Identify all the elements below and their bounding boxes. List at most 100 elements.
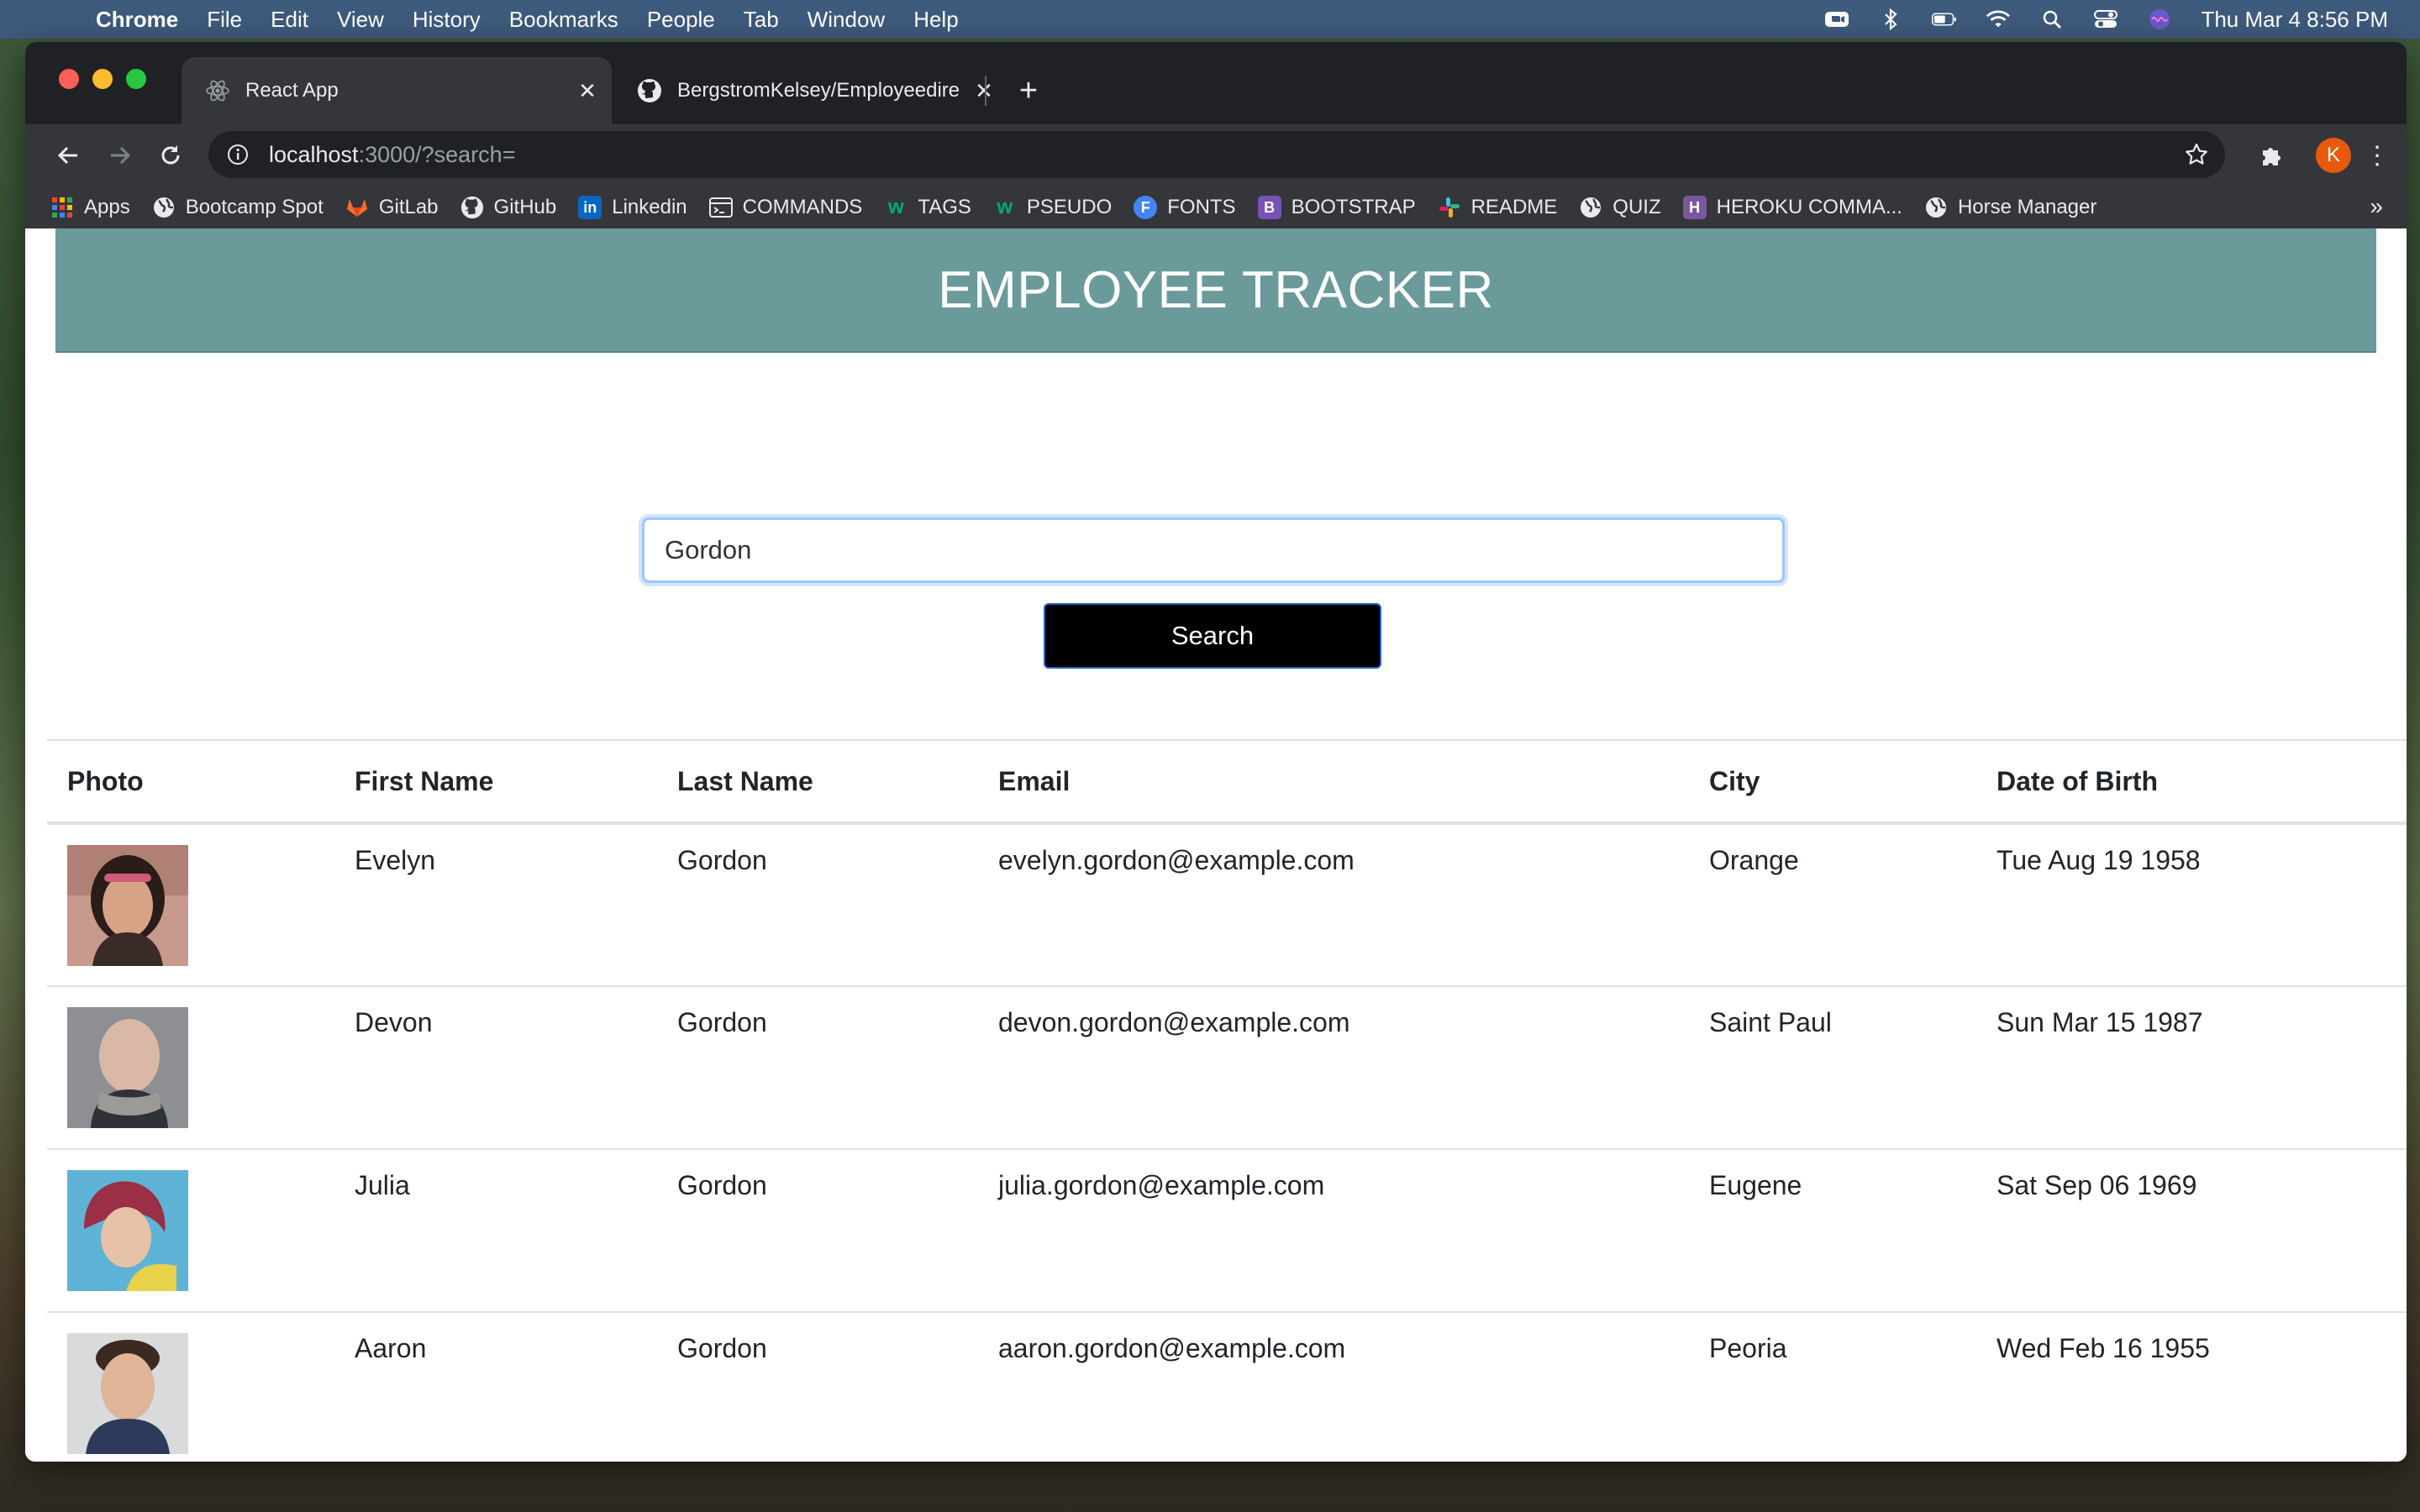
bookmark-label: HEROKU COMMA... <box>1716 196 1902 218</box>
wifi-icon[interactable] <box>1986 8 2011 30</box>
menu-edit[interactable]: Edit <box>271 7 308 33</box>
bookmark-github[interactable]: GitHub <box>460 196 556 219</box>
bookmark-quiz[interactable]: QUIZ <box>1579 196 1661 219</box>
siri-icon[interactable] <box>2147 8 2172 30</box>
bookmark-commands[interactable]: COMMANDS <box>708 196 862 219</box>
cell-email: evelyn.gordon@example.com <box>978 823 1689 987</box>
bookmark-tags[interactable]: w TAGS <box>884 196 971 219</box>
extensions-puzzle-icon[interactable] <box>2252 136 2291 175</box>
globe-icon <box>1924 196 1948 219</box>
cell-city: Peoria <box>1709 1333 1787 1363</box>
bookmark-pseudo[interactable]: w PSEUDO <box>993 196 1113 219</box>
cell-email: aaron.gordon@example.com <box>998 1333 1346 1363</box>
table-row: Julia Gordon julia.gordon@example.com Eu… <box>47 1149 2407 1313</box>
cell-email: devon.gordon@example.com <box>978 986 1689 1150</box>
photo-cell <box>47 1312 334 1462</box>
slack-icon <box>1438 196 1461 219</box>
bookmark-horse-manager[interactable]: Horse Manager <box>1924 196 2096 219</box>
menu-tab[interactable]: Tab <box>744 7 779 33</box>
menubar-clock[interactable]: Thu Mar 4 8:56 PM <box>2201 7 2388 33</box>
cell-dob: Sun Mar 15 1987 <box>1976 986 2407 1150</box>
menu-bookmarks[interactable]: Bookmarks <box>509 7 618 33</box>
menu-view[interactable]: View <box>337 7 384 33</box>
bookmark-label: PSEUDO <box>1026 196 1113 218</box>
heroku-icon: H <box>1682 196 1707 219</box>
employee-photo <box>67 1007 188 1128</box>
column-header-dob[interactable]: Date of Birth <box>1976 739 2407 825</box>
globe-icon <box>1579 196 1602 219</box>
profile-avatar[interactable]: K <box>2316 138 2351 173</box>
bookmarks-overflow-chevron-icon[interactable]: » <box>2370 193 2383 220</box>
column-header-city[interactable]: City <box>1689 739 1976 825</box>
bookmark-apps[interactable]: Apps <box>50 196 130 219</box>
menu-app-name[interactable]: Chrome <box>96 7 178 33</box>
browser-window: React App ✕ BergstromKelsey/Employeedire… <box>25 42 2407 1462</box>
spotlight-search-icon[interactable] <box>2039 8 2065 30</box>
cell-last-name: Gordon <box>657 1149 978 1313</box>
tab-separator <box>985 76 986 106</box>
search-button[interactable]: Search <box>1044 603 1381 669</box>
new-tab-button[interactable]: + <box>1007 69 1050 113</box>
url-host: localhost <box>269 141 359 167</box>
window-close-button[interactable] <box>59 69 79 89</box>
menu-help[interactable]: Help <box>913 7 958 33</box>
battery-icon[interactable] <box>1932 8 1957 30</box>
react-icon <box>205 78 230 103</box>
macos-menubar: Chrome File Edit View History Bookmarks … <box>0 0 2420 39</box>
employee-table: Photo First Name Last Name Email City Da… <box>47 739 2407 1462</box>
bookmark-label: FONTS <box>1167 196 1236 218</box>
cell-first-name: Julia <box>334 1149 657 1313</box>
address-bar[interactable]: localhost:3000/?search= <box>208 131 2225 178</box>
menu-window[interactable]: Window <box>808 7 885 33</box>
bootstrap-icon: B <box>1257 196 1281 219</box>
column-header-first-name[interactable]: First Name <box>334 739 657 825</box>
bookmark-heroku-commands[interactable]: H HEROKU COMMA... <box>1682 196 1902 219</box>
bookmark-fonts[interactable]: F FONTS <box>1134 196 1236 219</box>
bookmark-label: Linkedin <box>612 196 687 218</box>
bookmark-linkedin[interactable]: in Linkedin <box>578 196 687 219</box>
bookmark-bootstrap[interactable]: B BOOTSTRAP <box>1257 196 1416 219</box>
tab-title: React App <box>245 79 339 102</box>
browser-toolbar: localhost:3000/?search= K ⋮ <box>25 124 2407 186</box>
column-header-email[interactable]: Email <box>978 739 1689 825</box>
column-header-photo[interactable]: Photo <box>47 739 334 825</box>
cell-last-name: Gordon <box>657 823 978 987</box>
forward-arrow-icon[interactable] <box>101 136 139 175</box>
linkedin-icon: in <box>578 196 602 219</box>
tab-github-repo[interactable]: BergstromKelsey/Employeedire ✕ <box>613 57 1008 124</box>
control-center-icon[interactable] <box>2093 8 2118 30</box>
zoom-video-icon[interactable] <box>1824 8 1849 30</box>
apps-grid-icon <box>50 196 74 219</box>
tab-react-app[interactable]: React App ✕ <box>182 57 612 124</box>
bookmark-bootcamp-spot[interactable]: Bootcamp Spot <box>152 196 324 219</box>
menu-history[interactable]: History <box>413 7 481 33</box>
page-title: EMPLOYEE TRACKER <box>938 260 1494 319</box>
close-tab-icon[interactable]: ✕ <box>971 78 997 103</box>
fonts-icon: F <box>1134 196 1158 219</box>
window-zoom-button[interactable] <box>126 69 146 89</box>
column-header-last-name[interactable]: Last Name <box>657 739 978 825</box>
search-input[interactable] <box>642 517 1785 583</box>
cell-last-name: Gordon <box>657 986 978 1150</box>
kebab-menu-icon[interactable]: ⋮ <box>2365 136 2390 175</box>
apple-menu-icon[interactable] <box>37 0 71 39</box>
bluetooth-icon[interactable] <box>1878 8 1903 30</box>
cell-email: julia.gordon@example.com <box>978 1149 1689 1313</box>
bookmark-label: README <box>1470 196 1558 218</box>
menu-file[interactable]: File <box>207 7 242 33</box>
bookmark-readme[interactable]: README <box>1438 196 1558 219</box>
bookmark-label: QUIZ <box>1612 196 1661 218</box>
cell-dob: Sat Sep 06 1969 <box>1976 1149 2407 1313</box>
bookmark-star-icon[interactable] <box>2183 141 2210 168</box>
window-minimize-button[interactable] <box>92 69 113 89</box>
reload-icon[interactable] <box>151 136 190 175</box>
menu-people[interactable]: People <box>647 7 715 33</box>
close-tab-icon[interactable]: ✕ <box>575 78 600 103</box>
back-arrow-icon[interactable] <box>49 136 87 175</box>
site-info-icon[interactable] <box>225 142 250 167</box>
bookmark-label: Horse Manager <box>1957 196 2097 218</box>
photo-cell <box>47 823 334 987</box>
bookmark-gitlab[interactable]: GitLab <box>345 196 439 219</box>
bookmark-label: GitLab <box>378 196 439 218</box>
table-row: Evelyn Gordon evelyn.gordon@example.com … <box>47 823 2407 987</box>
